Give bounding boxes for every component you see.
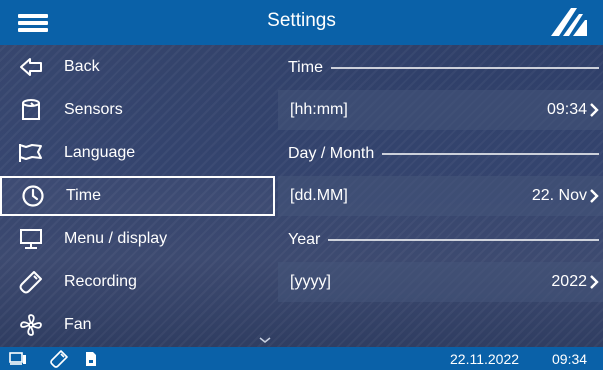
status-time: 09:34 [552, 351, 588, 367]
chevron-right-icon [590, 275, 599, 289]
status-date: 22.11.2022 [450, 351, 520, 367]
sd-card-status-icon [85, 347, 97, 370]
day-month-value-row[interactable]: [dd.MM] 22. Nov [278, 176, 603, 216]
sidebar-item-menu-display[interactable]: Menu / display [0, 219, 275, 259]
section-label: Day / Month [288, 145, 375, 162]
year-value-row[interactable]: [yyyy] 2022 [278, 262, 603, 302]
section-label: Year [288, 231, 321, 248]
section-header-day-month: Day / Month [278, 133, 603, 175]
header-bar: Settings [0, 0, 603, 45]
divider [328, 239, 599, 241]
back-arrow-icon [18, 54, 44, 80]
status-bar: 22.11.2022 09:34 [0, 347, 603, 370]
sidebar-item-label: Back [64, 58, 100, 75]
monitor-icon [18, 226, 44, 252]
sidebar-item-label: Sensors [64, 101, 123, 118]
page-title: Settings [267, 10, 336, 31]
usb-stick-status-icon [50, 347, 68, 370]
time-value-row[interactable]: [hh:mm] 09:34 [278, 90, 603, 130]
year-value: 2022 [551, 273, 599, 291]
usb-stick-icon [18, 269, 44, 295]
flag-icon [18, 140, 44, 166]
sidebar-item-label: Time [66, 187, 101, 204]
chevron-right-icon [590, 189, 599, 203]
sidebar-item-label: Fan [64, 316, 92, 333]
section-header-time: Time [278, 47, 603, 89]
sensor-icon [18, 97, 44, 123]
fan-icon [18, 312, 44, 338]
section-header-year: Year [278, 219, 603, 261]
sidebar-item-back[interactable]: Back [0, 47, 275, 87]
chevron-right-icon [590, 103, 599, 117]
section-label: Time [288, 59, 323, 76]
sidebar-item-fan[interactable]: Fan [0, 305, 275, 345]
sidebar-item-recording[interactable]: Recording [0, 262, 275, 302]
year-format-label: [yyyy] [290, 273, 331, 290]
settings-screen: Settings Back Sensors Language Time Menu… [0, 0, 603, 370]
day-month-format-label: [dd.MM] [290, 187, 348, 204]
chevron-down-icon[interactable] [258, 335, 272, 345]
day-month-value: 22. Nov [532, 187, 599, 205]
divider [382, 153, 599, 155]
day-month-value-text: 22. Nov [531, 187, 587, 204]
time-value-text: 09:34 [546, 101, 587, 118]
sidebar-item-sensors[interactable]: Sensors [0, 90, 275, 130]
sidebar-item-label: Menu / display [64, 230, 168, 247]
clock-icon [20, 183, 46, 209]
time-format-label: [hh:mm] [290, 101, 348, 118]
sidebar-item-label: Recording [64, 273, 137, 290]
monitor-status-icon [8, 347, 28, 370]
sidebar-item-language[interactable]: Language [0, 133, 275, 173]
time-value: 09:34 [547, 101, 599, 119]
brand-logo-icon [551, 8, 587, 36]
sidebar-menu: Back Sensors Language Time Menu / displa… [0, 45, 278, 347]
time-settings-panel: Time [hh:mm] 09:34 Day / Month [dd.MM] 2… [278, 45, 603, 347]
sidebar-item-time[interactable]: Time [0, 176, 275, 216]
divider [330, 67, 599, 69]
sidebar-item-label: Language [64, 144, 136, 161]
year-value-text: 2022 [551, 273, 587, 290]
